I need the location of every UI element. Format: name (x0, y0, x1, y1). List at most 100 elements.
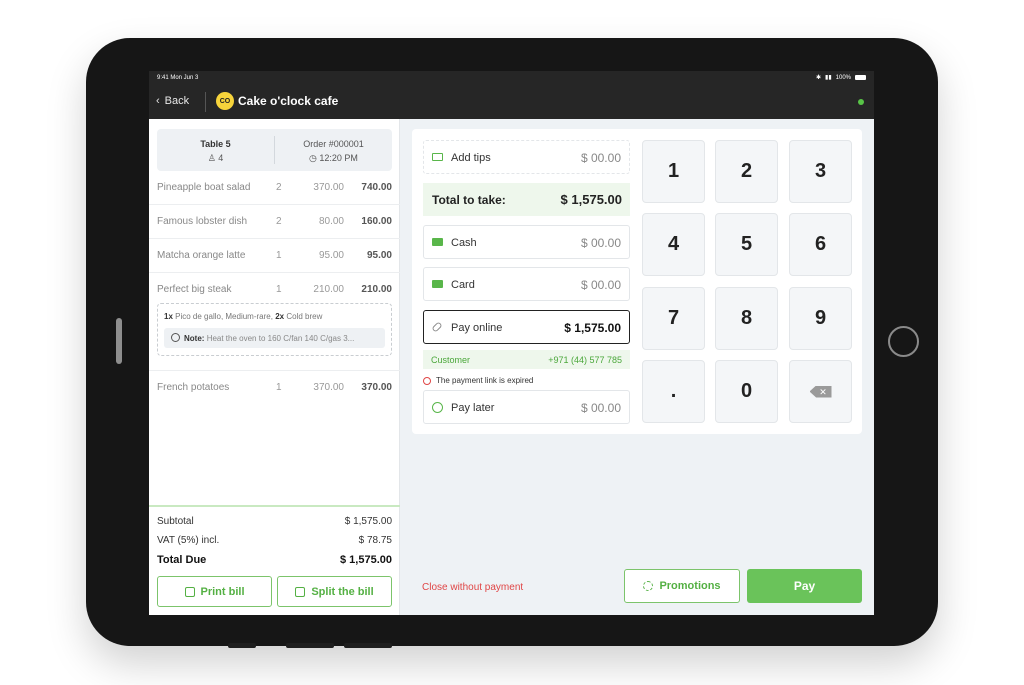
signal-icon: ▮▮ (825, 75, 832, 81)
item-total: 370.00 (361, 382, 392, 393)
subtotal-label: Subtotal (157, 516, 194, 527)
note-icon (171, 333, 180, 342)
add-tips-row[interactable]: Add tips $ 00.00 (423, 140, 630, 174)
pay-later-amount: $ 00.00 (580, 401, 621, 415)
modifier-text: Pico de gallo, Medium-rare, (175, 312, 273, 321)
promotions-label: Promotions (659, 580, 721, 592)
close-without-payment-link[interactable]: Close without payment (422, 582, 523, 593)
split-bill-label: Split the bill (311, 585, 374, 598)
total-take-value: $ 1,575.00 (560, 192, 622, 207)
note-label: Note: (184, 334, 205, 343)
vat-label: VAT (5%) incl. (157, 535, 220, 546)
item-qty: 2 (276, 216, 282, 227)
online-status-dot (858, 99, 864, 105)
person-icon: ♙ (207, 153, 219, 163)
tips-icon (432, 153, 443, 161)
card-label: Card (451, 279, 475, 291)
keypad-key-3[interactable]: 3 (789, 140, 852, 203)
back-label: Back (164, 95, 190, 107)
item-total: 740.00 (361, 182, 392, 193)
item-qty: 1 (276, 250, 282, 261)
keypad-key-6[interactable]: 6 (789, 213, 852, 276)
pay-online-row[interactable]: Pay online $ 1,575.00 (423, 310, 630, 344)
keypad-key-7[interactable]: 7 (642, 287, 705, 350)
pay-later-row[interactable]: Pay later $ 00.00 (423, 390, 630, 424)
bluetooth-icon: ✱ (816, 75, 822, 81)
home-button[interactable] (888, 326, 919, 357)
modifiers-line: 1x Pico de gallo, Medium-rare, 2x Cold b… (164, 312, 322, 321)
item-note: Note: Heat the oven to 160 C/fan 140 C/g… (164, 328, 385, 348)
item-price: 370.00 (313, 182, 344, 193)
print-bill-label: Print bill (200, 585, 245, 598)
cash-amount: $ 00.00 (580, 236, 621, 250)
card-amount: $ 00.00 (580, 278, 621, 292)
cash-row[interactable]: Cash $ 00.00 (423, 225, 630, 259)
payment-card: Add tips $ 00.00 Total to take: $ 1,575.… (412, 129, 862, 434)
order-info: Order #000001 ◷ 12:20 PM (275, 137, 392, 165)
note-text: Heat the oven to 160 C/fan 140 C/gas 3..… (206, 334, 355, 343)
order-item[interactable]: Pineapple boat salad 2 370.00 740.00 (149, 171, 400, 205)
pay-button[interactable]: Pay (747, 569, 862, 603)
item-modifiers: 1x Pico de gallo, Medium-rare, 2x Cold b… (157, 303, 392, 356)
customer-label: Customer (431, 355, 471, 365)
link-icon (431, 321, 443, 333)
nav-divider (205, 92, 206, 112)
item-qty: 1 (276, 284, 282, 295)
item-name: Perfect big steak (157, 284, 232, 295)
status-bar: 9:41 Mon Jun 3 ✱ ▮▮ 100% (149, 71, 874, 85)
clock-icon (432, 402, 443, 413)
item-total: 95.00 (366, 250, 392, 261)
warning-icon (423, 376, 431, 385)
expired-warning: The payment link is expired (423, 376, 533, 385)
card-row[interactable]: Card $ 00.00 (423, 267, 630, 301)
total-due-value: $ 1,575.00 (340, 554, 392, 566)
keypad-backspace[interactable]: ✕ (789, 360, 852, 423)
item-price: 210.00 (313, 284, 344, 295)
split-bill-button[interactable]: Split the bill (277, 576, 392, 607)
order-item[interactable]: Matcha orange latte 1 95.00 95.00 (149, 239, 400, 273)
keypad-key-5[interactable]: 5 (715, 213, 778, 276)
table-label: Table 5 (200, 139, 231, 149)
print-bill-button[interactable]: Print bill (157, 576, 272, 607)
order-item[interactable]: French potatoes 1 370.00 370.00 (149, 371, 400, 405)
cafe-logo: CO (216, 92, 234, 110)
keypad-key-8[interactable]: 8 (715, 287, 778, 350)
back-button[interactable]: ‹ Back (156, 95, 189, 107)
guest-count: 4 (218, 153, 224, 163)
modifier-text: Cold brew (286, 312, 323, 321)
chevron-left-icon: ‹ (156, 95, 160, 107)
item-total: 210.00 (361, 284, 392, 295)
credit-card-icon (432, 280, 443, 288)
keypad-key-2[interactable]: 2 (715, 140, 778, 203)
row-divider (149, 352, 400, 371)
tips-label: Add tips (451, 152, 491, 164)
item-qty: 2 (276, 182, 282, 193)
status-indicators: ✱ ▮▮ 100% (816, 74, 866, 81)
side-button (116, 318, 122, 364)
total-to-take: Total to take: $ 1,575.00 (423, 183, 630, 216)
pay-online-amount: $ 1,575.00 (564, 321, 621, 335)
item-name: Famous lobster dish (157, 216, 248, 227)
order-item[interactable]: Perfect big steak 1 210.00 210.00 (149, 273, 400, 307)
cash-label: Cash (451, 237, 477, 249)
keypad-key-0[interactable]: 0 (715, 360, 778, 423)
order-header: Table 5 ♙ 4 Order #000001 ◷ 12:20 PM (157, 129, 392, 171)
subtotal-value: $ 1,575.00 (344, 516, 392, 527)
nav-bar: ‹ Back CO Cake o'clock cafe (149, 85, 874, 119)
order-item[interactable]: Famous lobster dish 2 80.00 160.00 (149, 205, 400, 239)
receipt-icon (295, 586, 306, 597)
keypad-key-decimal[interactable]: . (642, 360, 705, 423)
customer-row: Customer +971 (44) 577 785 (423, 350, 630, 369)
keypad-key-4[interactable]: 4 (642, 213, 705, 276)
printer-icon (184, 586, 195, 597)
promotions-button[interactable]: Promotions (624, 569, 740, 603)
modifier-qty: 2x (275, 312, 285, 321)
item-name: Matcha orange latte (157, 250, 246, 261)
keypad-key-1[interactable]: 1 (642, 140, 705, 203)
vat-value: $ 78.75 (358, 535, 392, 546)
keypad-key-9[interactable]: 9 (789, 287, 852, 350)
clock-icon: ◷ (309, 153, 320, 163)
device-button (286, 643, 334, 648)
screen: 9:41 Mon Jun 3 ✱ ▮▮ 100% ‹ Back CO Cake … (149, 71, 874, 615)
order-totals: Subtotal $ 1,575.00 VAT (5%) incl. $ 78.… (149, 505, 400, 615)
